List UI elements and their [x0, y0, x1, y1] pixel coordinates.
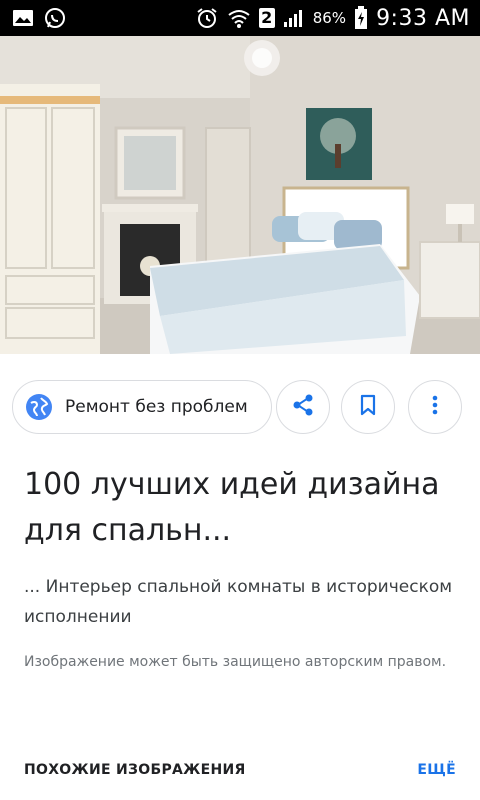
sim-badge: 2 [258, 8, 275, 28]
status-bar-right: 2 86% 9:33 AM [195, 6, 480, 31]
alarm-icon [195, 6, 219, 30]
clock: 9:33 AM [376, 5, 470, 31]
source-label: Ремонт без проблем [65, 397, 248, 417]
status-bar: 2 86% 9:33 AM [0, 0, 480, 36]
share-icon [290, 392, 316, 422]
wifi-icon [227, 7, 251, 29]
copyright-notice: Изображение может быть защищено авторски… [24, 654, 447, 670]
result-subtitle: ... Интерьер спальной комнаты в историче… [24, 577, 453, 627]
similar-images-heading: ПОХОЖИЕ ИЗОБРАЖЕНИЯ [24, 762, 246, 778]
similar-images-header: ПОХОЖИЕ ИЗОБРАЖЕНИЯ ЕЩЁ [0, 756, 480, 788]
globe-icon [25, 393, 53, 421]
result-actions: Ремонт без проблем [0, 380, 480, 436]
more-link[interactable]: ЕЩЁ [417, 762, 456, 778]
save-button[interactable] [341, 380, 395, 434]
gallery-icon [12, 9, 34, 27]
whatsapp-icon [44, 7, 66, 29]
bookmark-icon [356, 393, 380, 421]
status-bar-left [0, 7, 66, 29]
share-button[interactable] [276, 380, 330, 434]
battery-charging-icon [354, 6, 368, 30]
bedroom-photo [0, 36, 480, 354]
signal-icon [283, 8, 305, 28]
battery-percent: 86% [312, 9, 347, 27]
more-options-button[interactable] [408, 380, 462, 434]
source-link[interactable]: Ремонт без проблем [12, 380, 272, 434]
result-image[interactable] [0, 36, 480, 354]
result-title[interactable]: 100 лучших идей дизайна для спальн... [24, 462, 464, 554]
more-vert-icon [423, 393, 447, 421]
